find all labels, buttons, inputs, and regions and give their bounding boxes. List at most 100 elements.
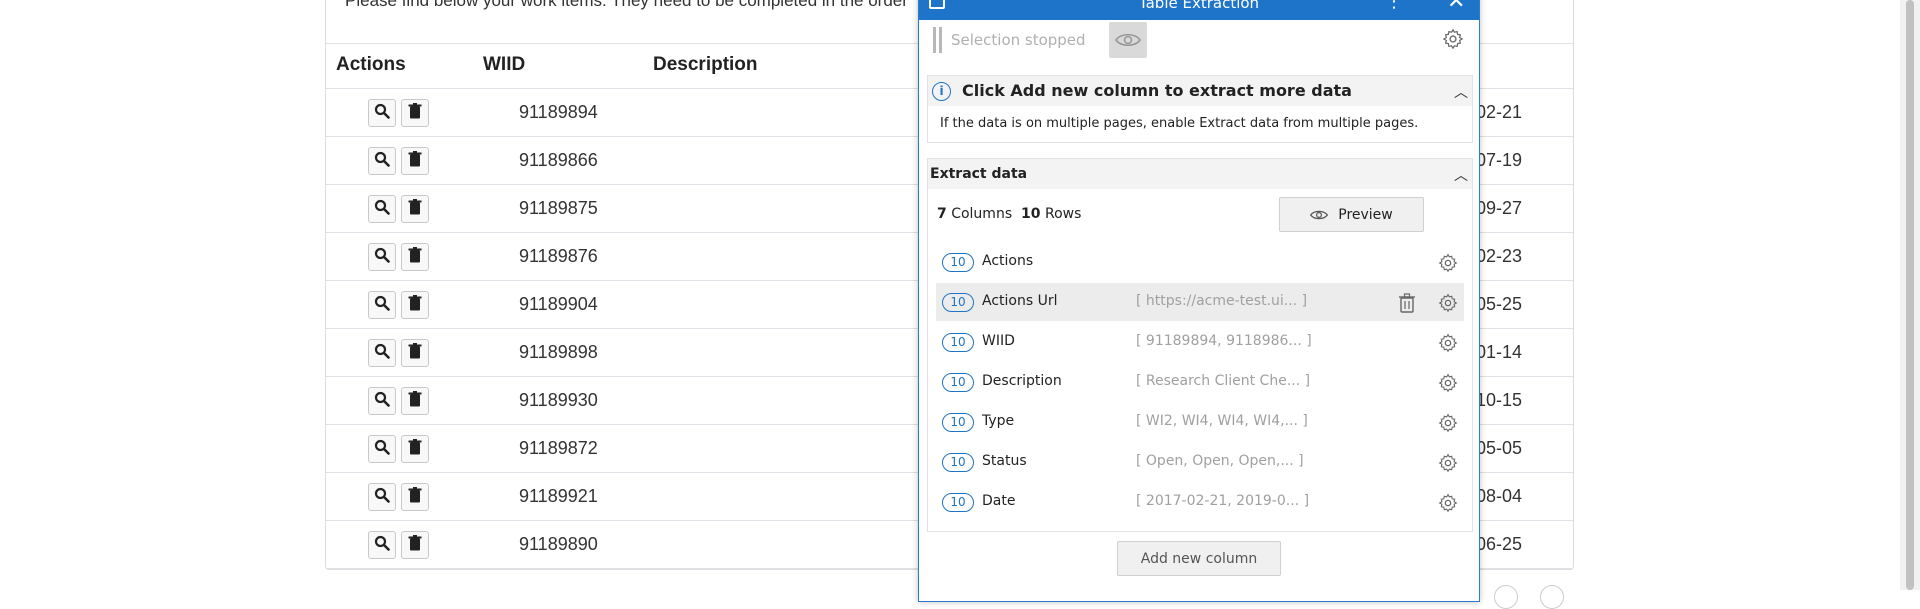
trash-icon [408,486,422,508]
wiid-cell: 91189930 [519,390,598,410]
extracted-column-row[interactable]: 10 Type [ WI2, WI4, WI4, WI4,... ] [936,403,1464,441]
column-name: Actions Url [982,293,1058,309]
eye-icon [1310,210,1329,219]
close-icon[interactable]: ✕ [1447,0,1465,14]
extract-data-header[interactable]: Extract data ︿ [928,159,1472,189]
chevron-up-icon[interactable]: ︿ [1454,82,1468,102]
extract-counts: 7 Columns 10 Rows [937,206,1081,222]
search-button[interactable] [368,147,396,175]
pause-icon [933,27,943,53]
column-header-actions[interactable]: Actions [336,54,406,76]
search-icon [374,391,390,412]
gear-icon[interactable] [1438,453,1458,477]
page-scrollbar[interactable] [1900,0,1920,590]
column-header-description[interactable]: Description [653,54,758,76]
gear-icon[interactable] [1438,413,1458,437]
search-button[interactable] [368,99,396,127]
wiid-cell: 91189890 [519,534,598,554]
extracted-column-row[interactable]: 10 Date [ 2017-02-21, 2019-0... ] [936,483,1464,521]
trash-icon [408,150,422,172]
extract-data-panel: Extract data ︿ 7 Columns 10 Rows Preview… [927,158,1473,532]
extracted-column-row[interactable]: 10 Description [ Research Client Che... ] [936,363,1464,401]
column-preview: [ WI2, WI4, WI4, WI4,... ] [1136,413,1308,429]
search-button[interactable] [368,195,396,223]
column-preview: [ 91189894, 9118986... ] [1136,333,1312,349]
gear-icon[interactable] [1438,493,1458,517]
column-name: Status [982,453,1027,469]
info-panel: i Click Add new column to extract more d… [927,75,1473,143]
delete-button[interactable] [401,435,429,463]
column-name: WIID [982,333,1015,349]
gear-icon[interactable] [1442,28,1464,54]
delete-button[interactable] [401,483,429,511]
search-button[interactable] [368,435,396,463]
date-cell: 10-15 [1476,390,1523,410]
rows-label: Rows [1044,206,1082,222]
trash-icon [408,198,422,220]
info-icon: i [932,82,951,101]
wiid-cell: 91189875 [519,198,598,218]
delete-button[interactable] [401,147,429,175]
trash-icon [408,246,422,268]
wiid-cell: 91189904 [519,294,598,314]
preview-button[interactable]: Preview [1279,197,1424,232]
trash-icon [408,294,422,316]
search-button[interactable] [368,291,396,319]
delete-button[interactable] [401,531,429,559]
pagination-button[interactable] [1494,585,1518,609]
column-preview: [ Research Client Che... ] [1136,373,1311,389]
wiid-cell: 91189921 [519,486,598,506]
trash-icon [408,438,422,460]
trash-icon [408,390,422,412]
gear-icon[interactable] [1438,333,1458,357]
row-count-badge: 10 [942,373,974,392]
search-button[interactable] [368,483,396,511]
search-icon [374,343,390,364]
column-header-wiid[interactable]: WIID [483,54,525,76]
pagination-button[interactable] [1540,585,1564,609]
delete-button[interactable] [401,195,429,223]
wiid-cell: 91189898 [519,342,598,362]
extracted-column-row[interactable]: 10 WIID [ 91189894, 9118986... ] [936,323,1464,361]
add-new-column-button[interactable]: Add new column [1117,541,1281,576]
column-name: Description [982,373,1062,389]
delete-button[interactable] [401,387,429,415]
extract-data-heading: Extract data [930,166,1028,182]
row-count-badge: 10 [942,253,974,272]
chevron-up-icon[interactable]: ︿ [1454,165,1468,185]
trash-icon[interactable] [1398,293,1416,317]
search-button[interactable] [368,531,396,559]
date-cell: 06-25 [1476,534,1523,554]
search-icon [374,535,390,556]
search-button[interactable] [368,387,396,415]
delete-button[interactable] [401,339,429,367]
more-vertical-icon[interactable]: ⋮ [1385,0,1403,12]
search-icon [374,487,390,508]
search-icon [374,247,390,268]
scrollbar-thumb[interactable] [1906,0,1914,590]
row-count-badge: 10 [942,293,974,312]
dialog-toolbar: Selection stopped [919,20,1479,60]
search-button[interactable] [368,243,396,271]
gear-icon[interactable] [1438,293,1458,317]
info-heading: Click Add new column to extract more dat… [962,81,1352,100]
eye-button[interactable] [1109,22,1147,58]
info-panel-header[interactable]: i Click Add new column to extract more d… [928,76,1472,106]
column-preview: [ https://acme-test.ui... ] [1136,293,1308,309]
delete-button[interactable] [401,291,429,319]
gear-icon[interactable] [1438,253,1458,277]
delete-button[interactable] [401,243,429,271]
gear-icon[interactable] [1438,373,1458,397]
row-count-badge: 10 [942,413,974,432]
delete-button[interactable] [401,99,429,127]
extracted-column-row[interactable]: 10 Actions [936,243,1464,281]
trash-icon [408,102,422,124]
search-icon [374,199,390,220]
wiid-cell: 91189872 [519,438,598,458]
extracted-column-row[interactable]: 10 Status [ Open, Open, Open,... ] [936,443,1464,481]
search-button[interactable] [368,339,396,367]
date-cell: 08-04 [1476,486,1523,506]
date-cell: 01-14 [1476,342,1523,362]
search-icon [374,103,390,124]
extracted-column-row[interactable]: 10 Actions Url [ https://acme-test.ui... ] [936,283,1464,321]
